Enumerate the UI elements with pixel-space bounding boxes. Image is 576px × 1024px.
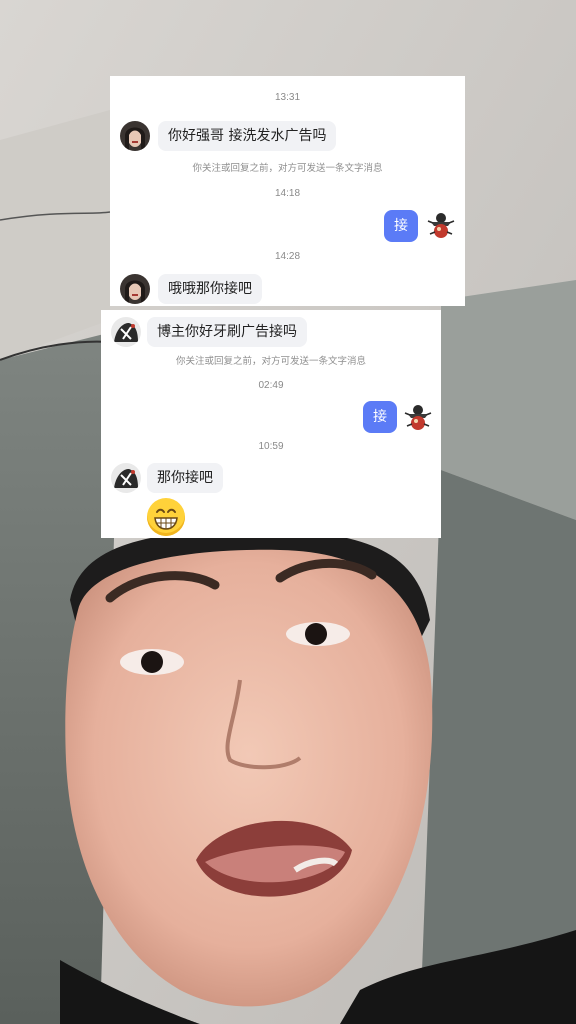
incoming-message: 那你接吧 bbox=[147, 463, 223, 493]
chat-screenshot-card-2: 博主你好牙刷广告接吗 你关注或回复之前，对方可发送一条文字消息 02:49 接 … bbox=[101, 310, 441, 538]
sender-avatar bbox=[120, 274, 150, 304]
user-avatar bbox=[426, 210, 456, 240]
incoming-message: 哦哦那你接吧 bbox=[158, 274, 262, 304]
timestamp: 10:59 bbox=[258, 441, 284, 452]
outgoing-message: 接 bbox=[363, 401, 397, 433]
timestamp: 02:49 bbox=[258, 380, 284, 391]
sender-avatar bbox=[120, 121, 150, 151]
system-notice: 你关注或回复之前，对方可发送一条文字消息 bbox=[192, 163, 383, 174]
grinning-face-emoji-icon bbox=[147, 498, 185, 536]
incoming-message: 博主你好牙刷广告接吗 bbox=[147, 317, 307, 347]
user-avatar bbox=[403, 402, 433, 432]
system-notice: 你关注或回复之前，对方可发送一条文字消息 bbox=[175, 356, 366, 367]
timestamp: 13:31 bbox=[274, 92, 301, 103]
incoming-message: 你好强哥 接洗发水广告吗 bbox=[158, 121, 337, 151]
timestamp: 14:28 bbox=[274, 251, 301, 262]
timestamp: 14:18 bbox=[274, 188, 301, 199]
sender-avatar bbox=[111, 317, 141, 347]
outgoing-message: 接 bbox=[384, 210, 418, 242]
chat-screenshot-card-1: 13:31 你好强哥 接洗发水广告吗 你关注或回复之前，对方可发送一条文字消息 … bbox=[110, 76, 465, 306]
sender-avatar bbox=[111, 463, 141, 493]
